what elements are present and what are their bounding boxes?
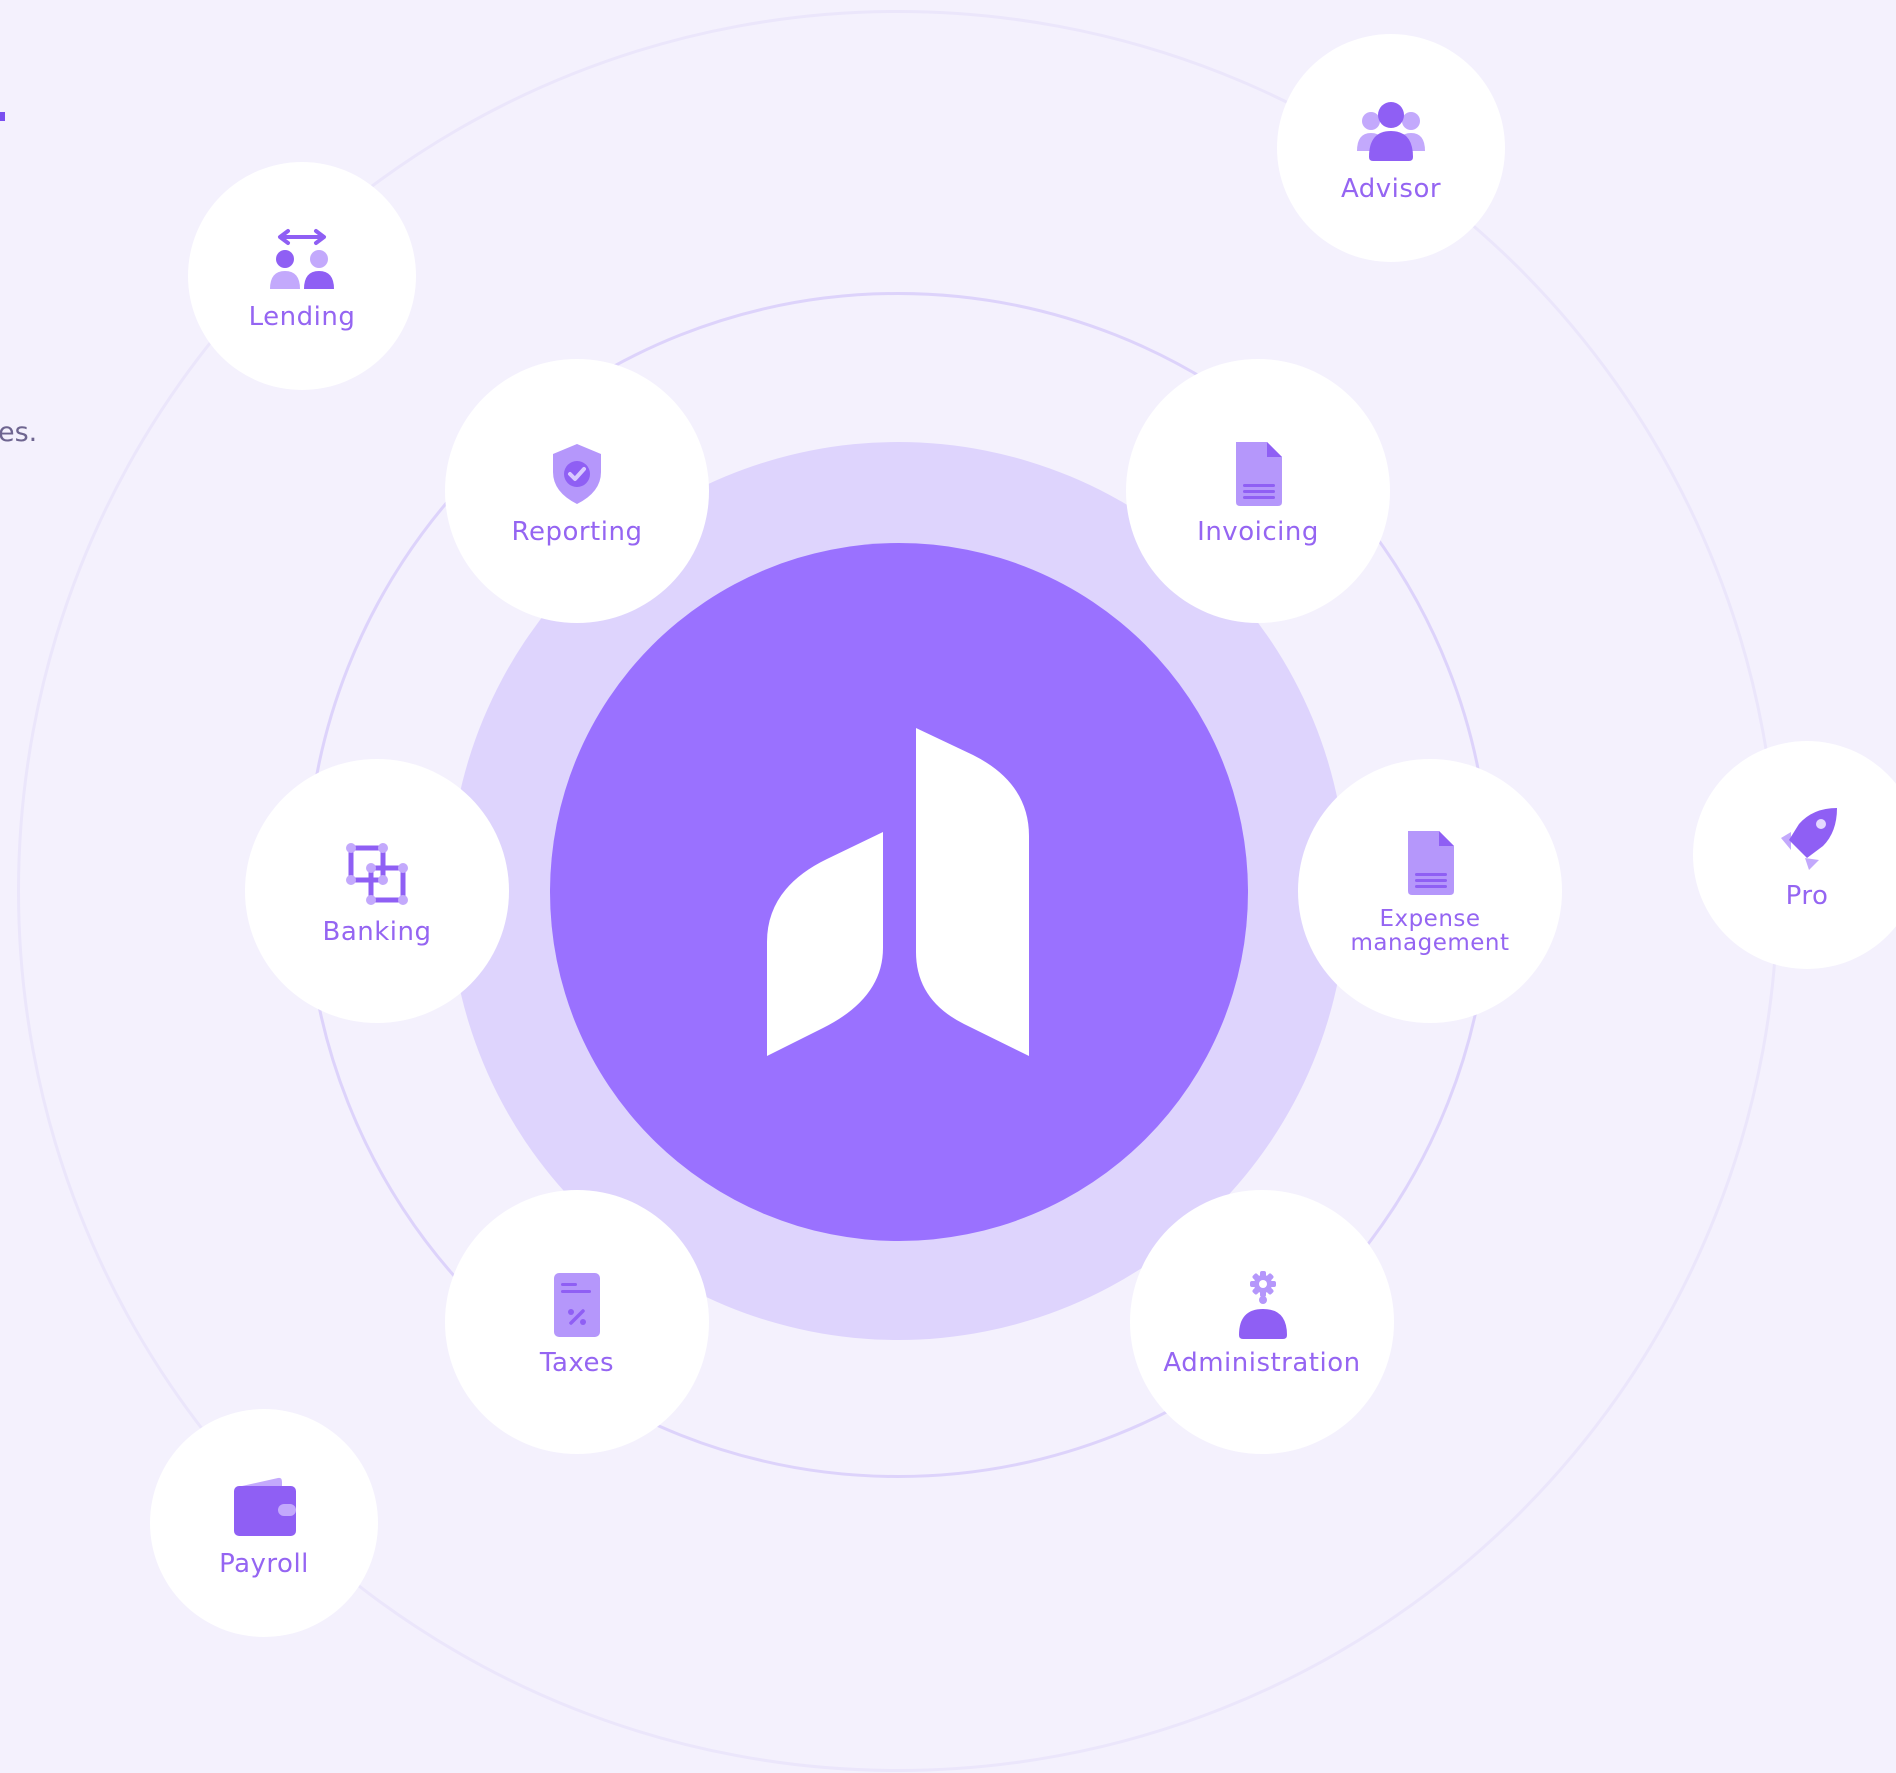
- expense-management-node[interactable]: Expense management: [1298, 759, 1562, 1023]
- connected-squares-icon: [341, 838, 413, 910]
- rocket-icon: [1771, 802, 1843, 874]
- reporting-label: Reporting: [511, 516, 643, 547]
- advisor-label: Advisor: [1340, 173, 1442, 204]
- reporting-node[interactable]: Reporting: [445, 359, 709, 623]
- document-icon: [1222, 438, 1294, 510]
- cropped-text-mark: [0, 112, 5, 121]
- advisor-node[interactable]: Advisor: [1277, 34, 1505, 262]
- payroll-label: Payroll: [219, 1548, 309, 1579]
- lending-label: Lending: [248, 301, 356, 332]
- invoicing-node[interactable]: Invoicing: [1126, 359, 1390, 623]
- brand-logo: [767, 728, 1029, 1056]
- invoicing-label: Invoicing: [1197, 516, 1319, 547]
- pro-label: Pro: [1785, 880, 1829, 911]
- administration-node[interactable]: Administration: [1130, 1190, 1394, 1454]
- taxes-node[interactable]: Taxes: [445, 1190, 709, 1454]
- user-gear-icon: [1226, 1269, 1298, 1341]
- payroll-node[interactable]: Payroll: [150, 1409, 378, 1637]
- banking-label: Banking: [322, 916, 432, 947]
- user-group-icon: [1355, 95, 1427, 167]
- tax-document-icon: [541, 1269, 613, 1341]
- diagram-canvas: es. Reporting Invoicing Banking Expense …: [0, 0, 1896, 1773]
- wallet-icon: [228, 1470, 300, 1542]
- administration-label: Administration: [1163, 1347, 1361, 1378]
- document-icon: [1394, 827, 1466, 899]
- shield-check-icon: [541, 438, 613, 510]
- banking-node[interactable]: Banking: [245, 759, 509, 1023]
- expense-management-label: Expense management: [1350, 906, 1510, 956]
- cropped-text-fragment: es.: [0, 417, 38, 448]
- taxes-label: Taxes: [539, 1347, 615, 1378]
- users-exchange-icon: [266, 223, 338, 295]
- lending-node[interactable]: Lending: [188, 162, 416, 390]
